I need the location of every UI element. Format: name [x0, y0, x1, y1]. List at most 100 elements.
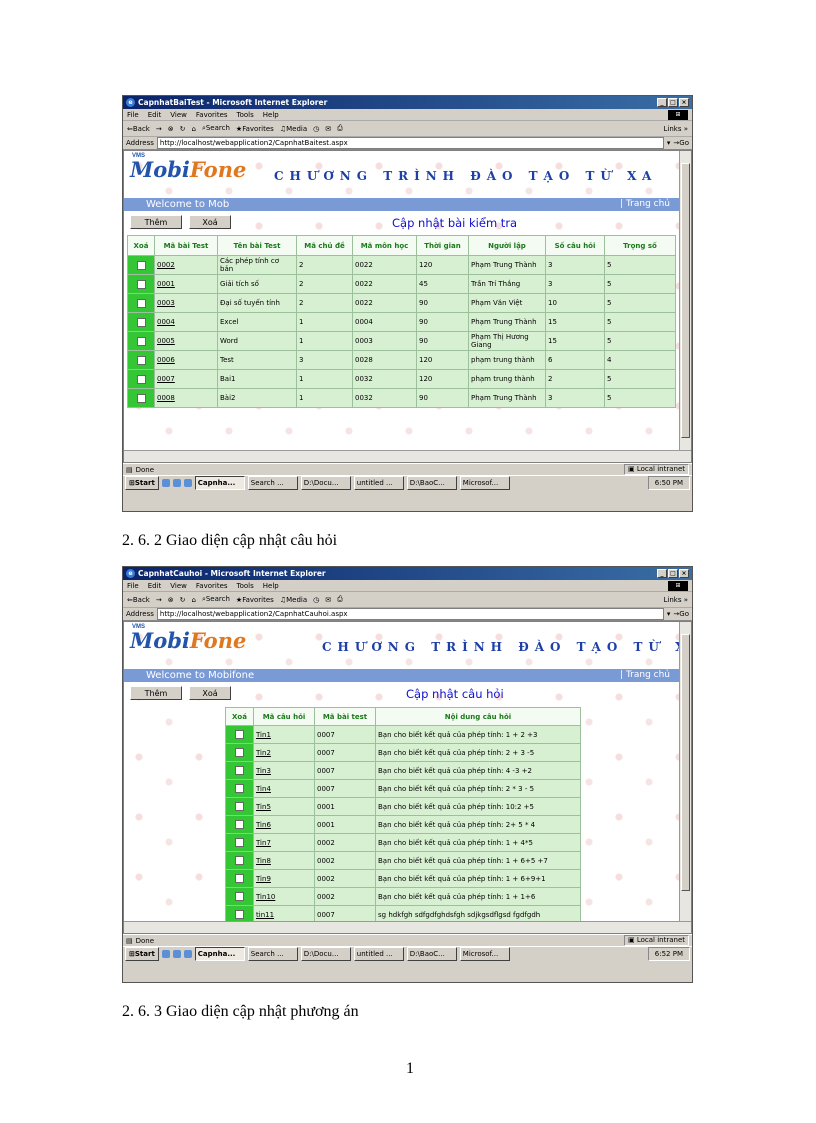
ma-bai-test-link[interactable]: 0005 [154, 331, 218, 351]
favorites-button[interactable]: ★Favorites [236, 596, 274, 604]
maximize-icon[interactable]: □ [668, 569, 678, 578]
taskbar-item[interactable]: D:\Docu... [300, 947, 351, 961]
delete-checkbox[interactable] [235, 856, 244, 865]
ma-cau-hoi-link-text[interactable]: Tin10 [256, 893, 275, 901]
delete-checkbox[interactable] [235, 802, 244, 811]
ma-cau-hoi-link-text[interactable]: Tin7 [256, 839, 271, 847]
ma-cau-hoi-link-text[interactable]: Tin9 [256, 875, 271, 883]
stop-icon[interactable]: ⊗ [168, 125, 174, 133]
start-button[interactable]: ⊞Start [125, 947, 159, 961]
trang-chu-link[interactable]: | Trang chủ [620, 669, 670, 682]
minimize-icon[interactable]: _ [657, 98, 667, 107]
ma-bai-test-link-text[interactable]: 0005 [157, 337, 175, 345]
taskbar-item[interactable]: D:\Docu... [300, 476, 351, 490]
history-icon[interactable]: ◷ [313, 596, 319, 604]
quicklaunch-icon[interactable] [161, 479, 170, 487]
delete-checkbox[interactable] [235, 748, 244, 757]
taskbar-item[interactable]: Search ... [247, 476, 298, 490]
ma-cau-hoi-link[interactable]: Tin6 [253, 815, 315, 834]
delete-checkbox[interactable] [235, 784, 244, 793]
ma-bai-test-link-text[interactable]: 0004 [157, 318, 175, 326]
ma-bai-test-link[interactable]: 0006 [154, 350, 218, 370]
xoa-button[interactable]: Xoá [189, 686, 231, 700]
back-button[interactable]: ⇐Back [127, 596, 150, 604]
menu-file[interactable]: File [127, 111, 139, 119]
menu-tools[interactable]: Tools [237, 111, 254, 119]
quicklaunch-icon[interactable] [161, 950, 170, 958]
delete-checkbox[interactable] [136, 336, 146, 346]
go-button[interactable]: →Go [673, 139, 689, 147]
menu-view[interactable]: View [170, 582, 187, 590]
menu-help[interactable]: Help [263, 582, 279, 590]
ma-bai-test-link[interactable]: 0004 [154, 312, 218, 332]
delete-checkbox[interactable] [136, 374, 146, 384]
ma-bai-test-link-text[interactable]: 0002 [157, 261, 175, 269]
delete-checkbox[interactable] [235, 892, 244, 901]
ma-cau-hoi-link[interactable]: Tin7 [253, 833, 315, 852]
mail-icon[interactable]: ✉ [325, 596, 331, 604]
delete-checkbox[interactable] [136, 355, 146, 365]
dropdown-icon[interactable]: ▾ [667, 610, 671, 618]
vertical-scrollbar[interactable] [679, 151, 691, 450]
ma-bai-test-link-text[interactable]: 0001 [157, 280, 175, 288]
delete-checkbox[interactable] [136, 317, 146, 327]
taskbar-item[interactable]: untitled ... [353, 947, 404, 961]
media-button[interactable]: ♫Media [280, 596, 307, 604]
close-icon[interactable]: × [679, 569, 689, 578]
menu-view[interactable]: View [170, 111, 187, 119]
menu-help[interactable]: Help [263, 111, 279, 119]
home-icon[interactable]: ⌂ [191, 125, 195, 133]
taskbar-item[interactable]: untitled ... [353, 476, 404, 490]
delete-checkbox[interactable] [136, 279, 146, 289]
ma-cau-hoi-link[interactable]: Tin1 [253, 725, 315, 744]
menu-edit[interactable]: Edit [148, 582, 162, 590]
ma-bai-test-link[interactable]: 0001 [154, 274, 218, 294]
delete-checkbox[interactable] [235, 766, 244, 775]
ma-bai-test-link[interactable]: 0002 [154, 255, 218, 275]
address-input[interactable]: http://localhost/webapplication2/Capnhat… [156, 137, 664, 149]
taskbar-item[interactable]: D:\BaoC... [406, 947, 457, 961]
ma-cau-hoi-link-text[interactable]: Tin6 [256, 821, 271, 829]
ma-cau-hoi-link-text[interactable]: Tin1 [256, 731, 271, 739]
taskbar-item[interactable]: Microsof... [459, 947, 510, 961]
ma-cau-hoi-link[interactable]: Tin9 [253, 869, 315, 888]
horizontal-scrollbar[interactable] [124, 921, 691, 933]
ma-bai-test-link-text[interactable]: 0008 [157, 394, 175, 402]
xoa-button[interactable]: Xoá [189, 215, 231, 229]
address-input[interactable]: http://localhost/webapplication2/Capnhat… [156, 608, 664, 620]
ma-cau-hoi-link-text[interactable]: Tin3 [256, 767, 271, 775]
ma-bai-test-link-text[interactable]: 0006 [157, 356, 175, 364]
media-button[interactable]: ♫Media [280, 125, 307, 133]
ma-cau-hoi-link-text[interactable]: Tin4 [256, 785, 271, 793]
links-label[interactable]: Links » [664, 596, 689, 604]
quicklaunch-icon[interactable] [183, 950, 192, 958]
ma-cau-hoi-link[interactable]: Tin4 [253, 779, 315, 798]
maximize-icon[interactable]: □ [668, 98, 678, 107]
menu-favorites[interactable]: Favorites [196, 111, 228, 119]
taskbar-item[interactable]: Capnha... [194, 947, 245, 961]
quicklaunch-icon[interactable] [183, 479, 192, 487]
forward-button[interactable]: → [156, 125, 162, 133]
ma-cau-hoi-link[interactable]: Tin5 [253, 797, 315, 816]
delete-checkbox[interactable] [136, 298, 146, 308]
favorites-button[interactable]: ★Favorites [236, 125, 274, 133]
delete-checkbox[interactable] [235, 730, 244, 739]
ma-bai-test-link-text[interactable]: 0007 [157, 375, 175, 383]
ma-bai-test-link[interactable]: 0008 [154, 388, 218, 408]
menu-edit[interactable]: Edit [148, 111, 162, 119]
trang-chu-link[interactable]: | Trang chủ [620, 198, 670, 211]
them-button[interactable]: Thêm [130, 686, 182, 700]
home-icon[interactable]: ⌂ [191, 596, 195, 604]
mail-icon[interactable]: ✉ [325, 125, 331, 133]
forward-button[interactable]: → [156, 596, 162, 604]
quicklaunch-icon[interactable] [172, 479, 181, 487]
stop-icon[interactable]: ⊗ [168, 596, 174, 604]
delete-checkbox[interactable] [136, 260, 146, 270]
menu-favorites[interactable]: Favorites [196, 582, 228, 590]
ma-cau-hoi-link[interactable]: Tin10 [253, 887, 315, 906]
menu-file[interactable]: File [127, 582, 139, 590]
close-icon[interactable]: × [679, 98, 689, 107]
ma-cau-hoi-link[interactable]: Tin3 [253, 761, 315, 780]
minimize-icon[interactable]: _ [657, 569, 667, 578]
ma-cau-hoi-link-text[interactable]: tin11 [256, 911, 274, 919]
